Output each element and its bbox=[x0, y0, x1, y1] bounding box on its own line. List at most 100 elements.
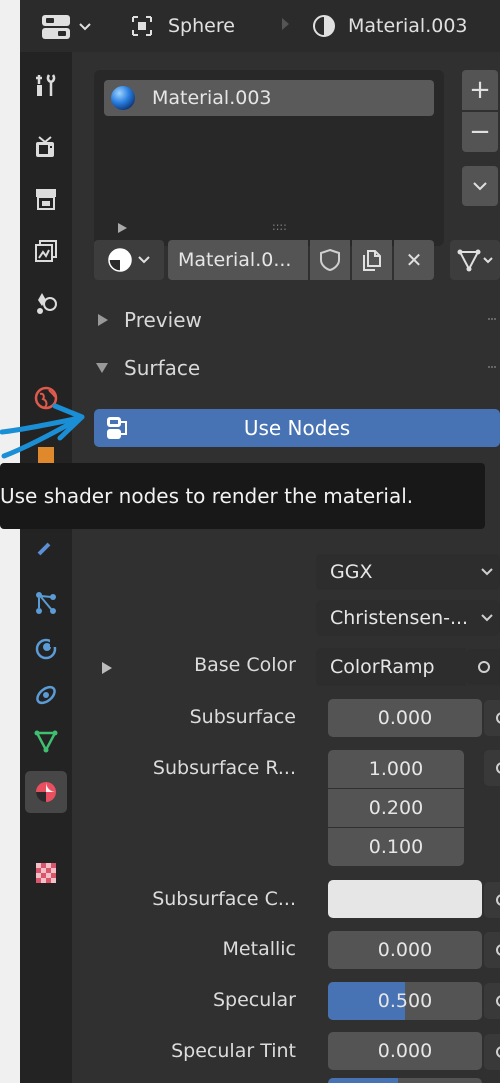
subsurface-value: 0.000 bbox=[377, 707, 433, 729]
subsurface-method-value: Christensen-... bbox=[330, 607, 469, 629]
tab-scene[interactable] bbox=[25, 282, 67, 324]
base-color-socket[interactable] bbox=[466, 649, 500, 685]
next-slider-fill bbox=[328, 1078, 398, 1083]
specular-socket[interactable] bbox=[484, 983, 500, 1019]
subsurface-color-swatch[interactable] bbox=[328, 880, 482, 918]
tab-render[interactable] bbox=[25, 126, 67, 168]
tooltip-text: Use shader nodes to render the material. bbox=[0, 484, 414, 508]
base-color-input[interactable]: ColorRamp bbox=[316, 648, 466, 686]
browse-material-button[interactable] bbox=[94, 240, 164, 280]
subsurface-field[interactable]: 0.000 bbox=[328, 699, 482, 737]
next-slider-partial[interactable] bbox=[328, 1078, 482, 1083]
material-icon bbox=[108, 248, 132, 272]
object-name: Sphere bbox=[168, 15, 235, 37]
specular-value: 0.500 bbox=[377, 990, 433, 1012]
specular-tint-field[interactable]: 0.000 bbox=[328, 1032, 482, 1070]
chevron-down-icon bbox=[473, 182, 487, 191]
slot-specials-button[interactable] bbox=[462, 166, 498, 206]
use-nodes-label: Use Nodes bbox=[243, 416, 351, 440]
material-name: Material.003 bbox=[348, 15, 468, 37]
view-layer-icon bbox=[35, 240, 57, 262]
plus-icon: + bbox=[469, 75, 491, 105]
material-slot-item[interactable]: Material.003 bbox=[104, 80, 434, 116]
tab-texture[interactable] bbox=[25, 852, 67, 894]
specular-slider[interactable]: 0.500 bbox=[328, 982, 482, 1020]
expanded-arrow-icon bbox=[96, 363, 108, 373]
use-nodes-button[interactable]: Use Nodes bbox=[94, 409, 500, 447]
subsurface-radius-x-value: 1.000 bbox=[368, 758, 424, 780]
preview-panel-header[interactable]: Preview bbox=[94, 302, 500, 338]
specular-label: Specular bbox=[212, 989, 296, 1011]
tab-output[interactable] bbox=[25, 178, 67, 220]
subsurface-label: Subsurface bbox=[189, 706, 296, 728]
metallic-socket[interactable] bbox=[484, 932, 500, 968]
wrench-icon bbox=[37, 542, 51, 556]
unlink-material-button[interactable]: ✕ bbox=[394, 240, 434, 280]
subsurface-radius-z-field[interactable]: 0.100 bbox=[328, 828, 464, 866]
tab-constraints[interactable] bbox=[25, 674, 67, 716]
tab-physics[interactable] bbox=[25, 628, 67, 670]
chevron-down-icon bbox=[138, 256, 150, 264]
scene-icon bbox=[37, 293, 57, 314]
metallic-field[interactable]: 0.000 bbox=[328, 931, 482, 969]
tool-icon bbox=[36, 74, 56, 96]
tooltip: Use shader nodes to render the material. bbox=[0, 463, 485, 529]
specular-tint-socket[interactable] bbox=[484, 1034, 500, 1070]
chevron-down-icon bbox=[79, 23, 91, 31]
header-bar: Sphere Material.003 bbox=[20, 0, 500, 52]
subsurface-radius-x-field[interactable]: 1.000 bbox=[328, 750, 464, 788]
metallic-label: Metallic bbox=[222, 938, 296, 960]
link-data-button[interactable] bbox=[450, 240, 500, 280]
subsurface-method-dropdown[interactable]: Christensen-... bbox=[316, 600, 500, 636]
base-color-link: ColorRamp bbox=[330, 656, 435, 678]
list-expand-icon[interactable] bbox=[118, 223, 127, 233]
surface-panel-header[interactable]: Surface bbox=[94, 350, 500, 386]
distribution-value: GGX bbox=[330, 561, 373, 583]
mesh-link-icon bbox=[457, 249, 481, 272]
output-icon bbox=[36, 189, 56, 210]
properties-editor: Sphere Material.003 Material.003:::: + … bbox=[20, 0, 500, 1083]
subsurface-color-socket[interactable] bbox=[484, 882, 500, 918]
collapsed-arrow-icon bbox=[98, 314, 108, 326]
editor-type-button[interactable] bbox=[40, 12, 100, 42]
tab-object-data[interactable] bbox=[25, 720, 67, 762]
drag-handle-icon[interactable] bbox=[488, 366, 496, 370]
tab-material[interactable] bbox=[25, 771, 67, 813]
node-tree-icon bbox=[107, 417, 127, 439]
tab-view-layer[interactable] bbox=[25, 230, 67, 272]
distribution-dropdown[interactable]: GGX bbox=[316, 554, 500, 590]
duplicate-icon bbox=[363, 250, 381, 271]
annotation-arrow-icon bbox=[0, 403, 85, 459]
particles-icon bbox=[36, 592, 56, 614]
material-name-field[interactable]: Material.0... bbox=[168, 240, 308, 280]
new-material-button[interactable] bbox=[352, 240, 392, 280]
preview-section-label: Preview bbox=[124, 308, 202, 332]
breadcrumb-separator-icon bbox=[282, 18, 289, 30]
remove-slot-button[interactable]: − bbox=[462, 112, 498, 152]
tab-modifiers[interactable] bbox=[25, 526, 67, 568]
subsurface-radius-z-value: 0.100 bbox=[368, 836, 424, 858]
metallic-value: 0.000 bbox=[377, 939, 433, 961]
material-icon bbox=[313, 15, 335, 37]
shield-icon bbox=[320, 248, 340, 272]
fake-user-button[interactable] bbox=[310, 240, 350, 280]
tab-particles[interactable] bbox=[25, 582, 67, 624]
subsurface-socket[interactable] bbox=[484, 700, 500, 736]
surface-section-label: Surface bbox=[124, 356, 201, 380]
subsurface-radius-socket[interactable] bbox=[484, 750, 500, 786]
mesh-object-icon bbox=[132, 16, 152, 36]
expand-input-icon[interactable] bbox=[102, 662, 112, 674]
drag-handle-icon[interactable] bbox=[488, 318, 496, 322]
tab-tool[interactable] bbox=[25, 64, 67, 106]
chevron-down-icon bbox=[483, 257, 493, 264]
subsurface-radius-y-value: 0.200 bbox=[368, 797, 424, 819]
subsurface-radius-y-field[interactable]: 0.200 bbox=[328, 789, 464, 827]
material-tab-icon bbox=[36, 782, 56, 802]
list-resize-grip[interactable]: :::: bbox=[272, 220, 287, 233]
material-slot-label: Material.003 bbox=[152, 87, 272, 109]
base-color-label: Base Color bbox=[194, 654, 296, 676]
add-slot-button[interactable]: + bbox=[462, 70, 498, 110]
material-sphere-icon bbox=[111, 86, 135, 110]
subsurface-color-label: Subsurface C... bbox=[152, 888, 296, 910]
material-slot-list: Material.003 :::: bbox=[94, 70, 444, 246]
